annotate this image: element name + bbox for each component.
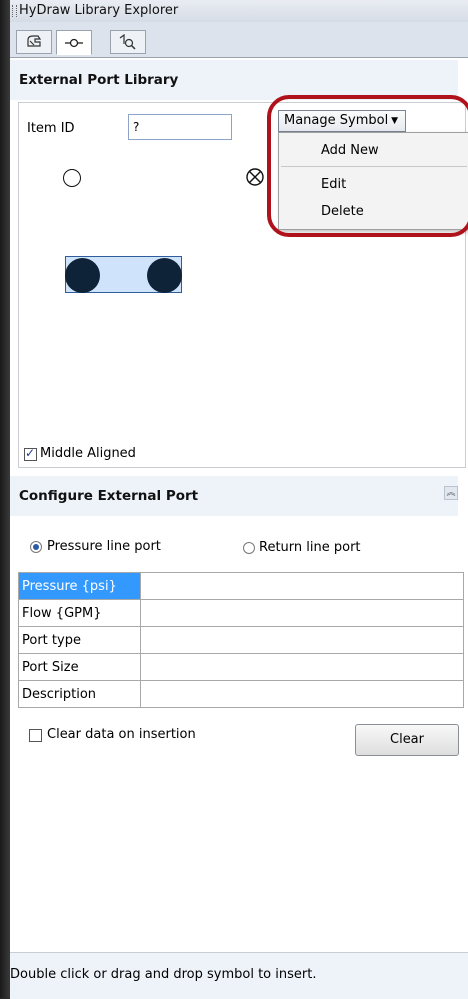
property-key: Port Size	[18, 653, 141, 681]
collapse-chevron-icon[interactable]: ︽	[444, 486, 458, 500]
plugged-port-symbol[interactable]	[245, 167, 265, 187]
selected-port-symbol[interactable]	[65, 256, 182, 293]
property-value[interactable]	[140, 653, 464, 681]
property-key: Description	[18, 680, 141, 708]
table-row[interactable]: Flow {GPM}	[18, 599, 464, 627]
callout-highlight	[267, 95, 468, 237]
title-bar[interactable]: HyDraw Library Explorer	[10, 0, 468, 23]
table-row[interactable]: Description	[18, 680, 464, 708]
property-value[interactable]	[140, 680, 464, 708]
middle-aligned-checkbox[interactable]	[24, 446, 37, 461]
return-line-radio[interactable]	[243, 542, 255, 554]
return-line-label: Return line port	[259, 540, 361, 555]
tab-divider	[10, 57, 468, 58]
item-id-input[interactable]	[128, 114, 232, 140]
table-row[interactable]: Port type	[18, 626, 464, 654]
table-row[interactable]: Pressure {psi}	[18, 572, 464, 600]
section-title: External Port Library	[19, 72, 179, 88]
pressure-line-label: Pressure line port	[47, 539, 161, 554]
middle-aligned-label: Middle Aligned	[40, 446, 136, 461]
grip-icon[interactable]	[12, 5, 17, 17]
clear-on-insertion-checkbox[interactable]	[29, 729, 42, 742]
external-port-library-header: External Port Library	[10, 60, 458, 100]
status-hint: Double click or drag and drop symbol to …	[10, 967, 317, 982]
configure-external-port-header: Configure External Port	[10, 476, 458, 516]
status-bar: Double click or drag and drop symbol to …	[10, 952, 468, 999]
property-value[interactable]	[140, 626, 464, 654]
section-title: Configure External Port	[19, 488, 199, 504]
port-dot-left	[65, 258, 100, 293]
pressure-line-radio[interactable]	[30, 541, 42, 553]
library-explorer-panel: HyDraw Library Explorer External Port Li…	[10, 0, 468, 999]
property-key: Pressure {psi}	[18, 572, 141, 600]
property-key: Flow {GPM}	[18, 599, 141, 627]
table-row[interactable]: Port Size	[18, 653, 464, 681]
window-title: HyDraw Library Explorer	[19, 3, 179, 18]
tab-external-port[interactable]	[56, 30, 92, 55]
property-key: Port type	[18, 626, 141, 654]
tab-palette[interactable]	[16, 30, 52, 54]
port-dot-right	[147, 258, 182, 293]
tab-component-search[interactable]	[110, 30, 146, 54]
clear-on-insertion-label: Clear data on insertion	[47, 727, 196, 742]
component-search-icon	[119, 34, 136, 50]
clear-button[interactable]: Clear	[355, 724, 459, 756]
port-connector-icon	[65, 38, 83, 47]
palette-icon	[27, 35, 42, 47]
window-edge	[0, 0, 10, 998]
tab-strip	[10, 22, 468, 58]
open-port-symbol[interactable]	[63, 169, 81, 187]
property-value[interactable]	[140, 572, 464, 600]
port-properties-grid: Pressure {psi} Flow {GPM} Port type Port…	[18, 572, 464, 708]
property-value[interactable]	[140, 599, 464, 627]
item-id-label: Item ID	[27, 121, 75, 136]
